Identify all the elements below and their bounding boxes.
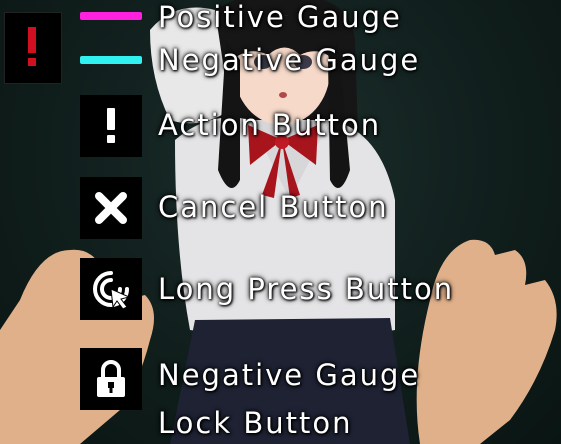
action-button[interactable] [80, 95, 142, 157]
action-button-label: Action Button [158, 108, 382, 142]
x-icon [95, 192, 127, 224]
positive-gauge-label: Positive Gauge [158, 0, 402, 34]
warning-indicator [4, 12, 62, 84]
long-press-button[interactable] [80, 258, 142, 320]
cursor-press-icon [93, 271, 131, 310]
negative-gauge-label: Negative Gauge [158, 43, 421, 77]
long-press-button-label: Long Press Button [158, 272, 455, 306]
negative-gauge-swatch [80, 56, 142, 64]
exclamation-icon [28, 27, 36, 66]
legend-negative-gauge [80, 56, 142, 64]
positive-gauge-swatch [80, 12, 142, 20]
status-panel [0, 0, 72, 100]
negative-gauge-lock-button[interactable] [80, 348, 142, 410]
lock-button-label-line2: Lock Button [158, 406, 353, 440]
lock-button-label-line1: Negative Gauge [158, 358, 421, 392]
legend-positive-gauge [80, 12, 142, 20]
lock-icon [97, 360, 125, 397]
cancel-button-label: Cancel Button [158, 190, 389, 224]
cancel-button[interactable] [80, 177, 142, 239]
exclamation-icon [107, 108, 115, 143]
